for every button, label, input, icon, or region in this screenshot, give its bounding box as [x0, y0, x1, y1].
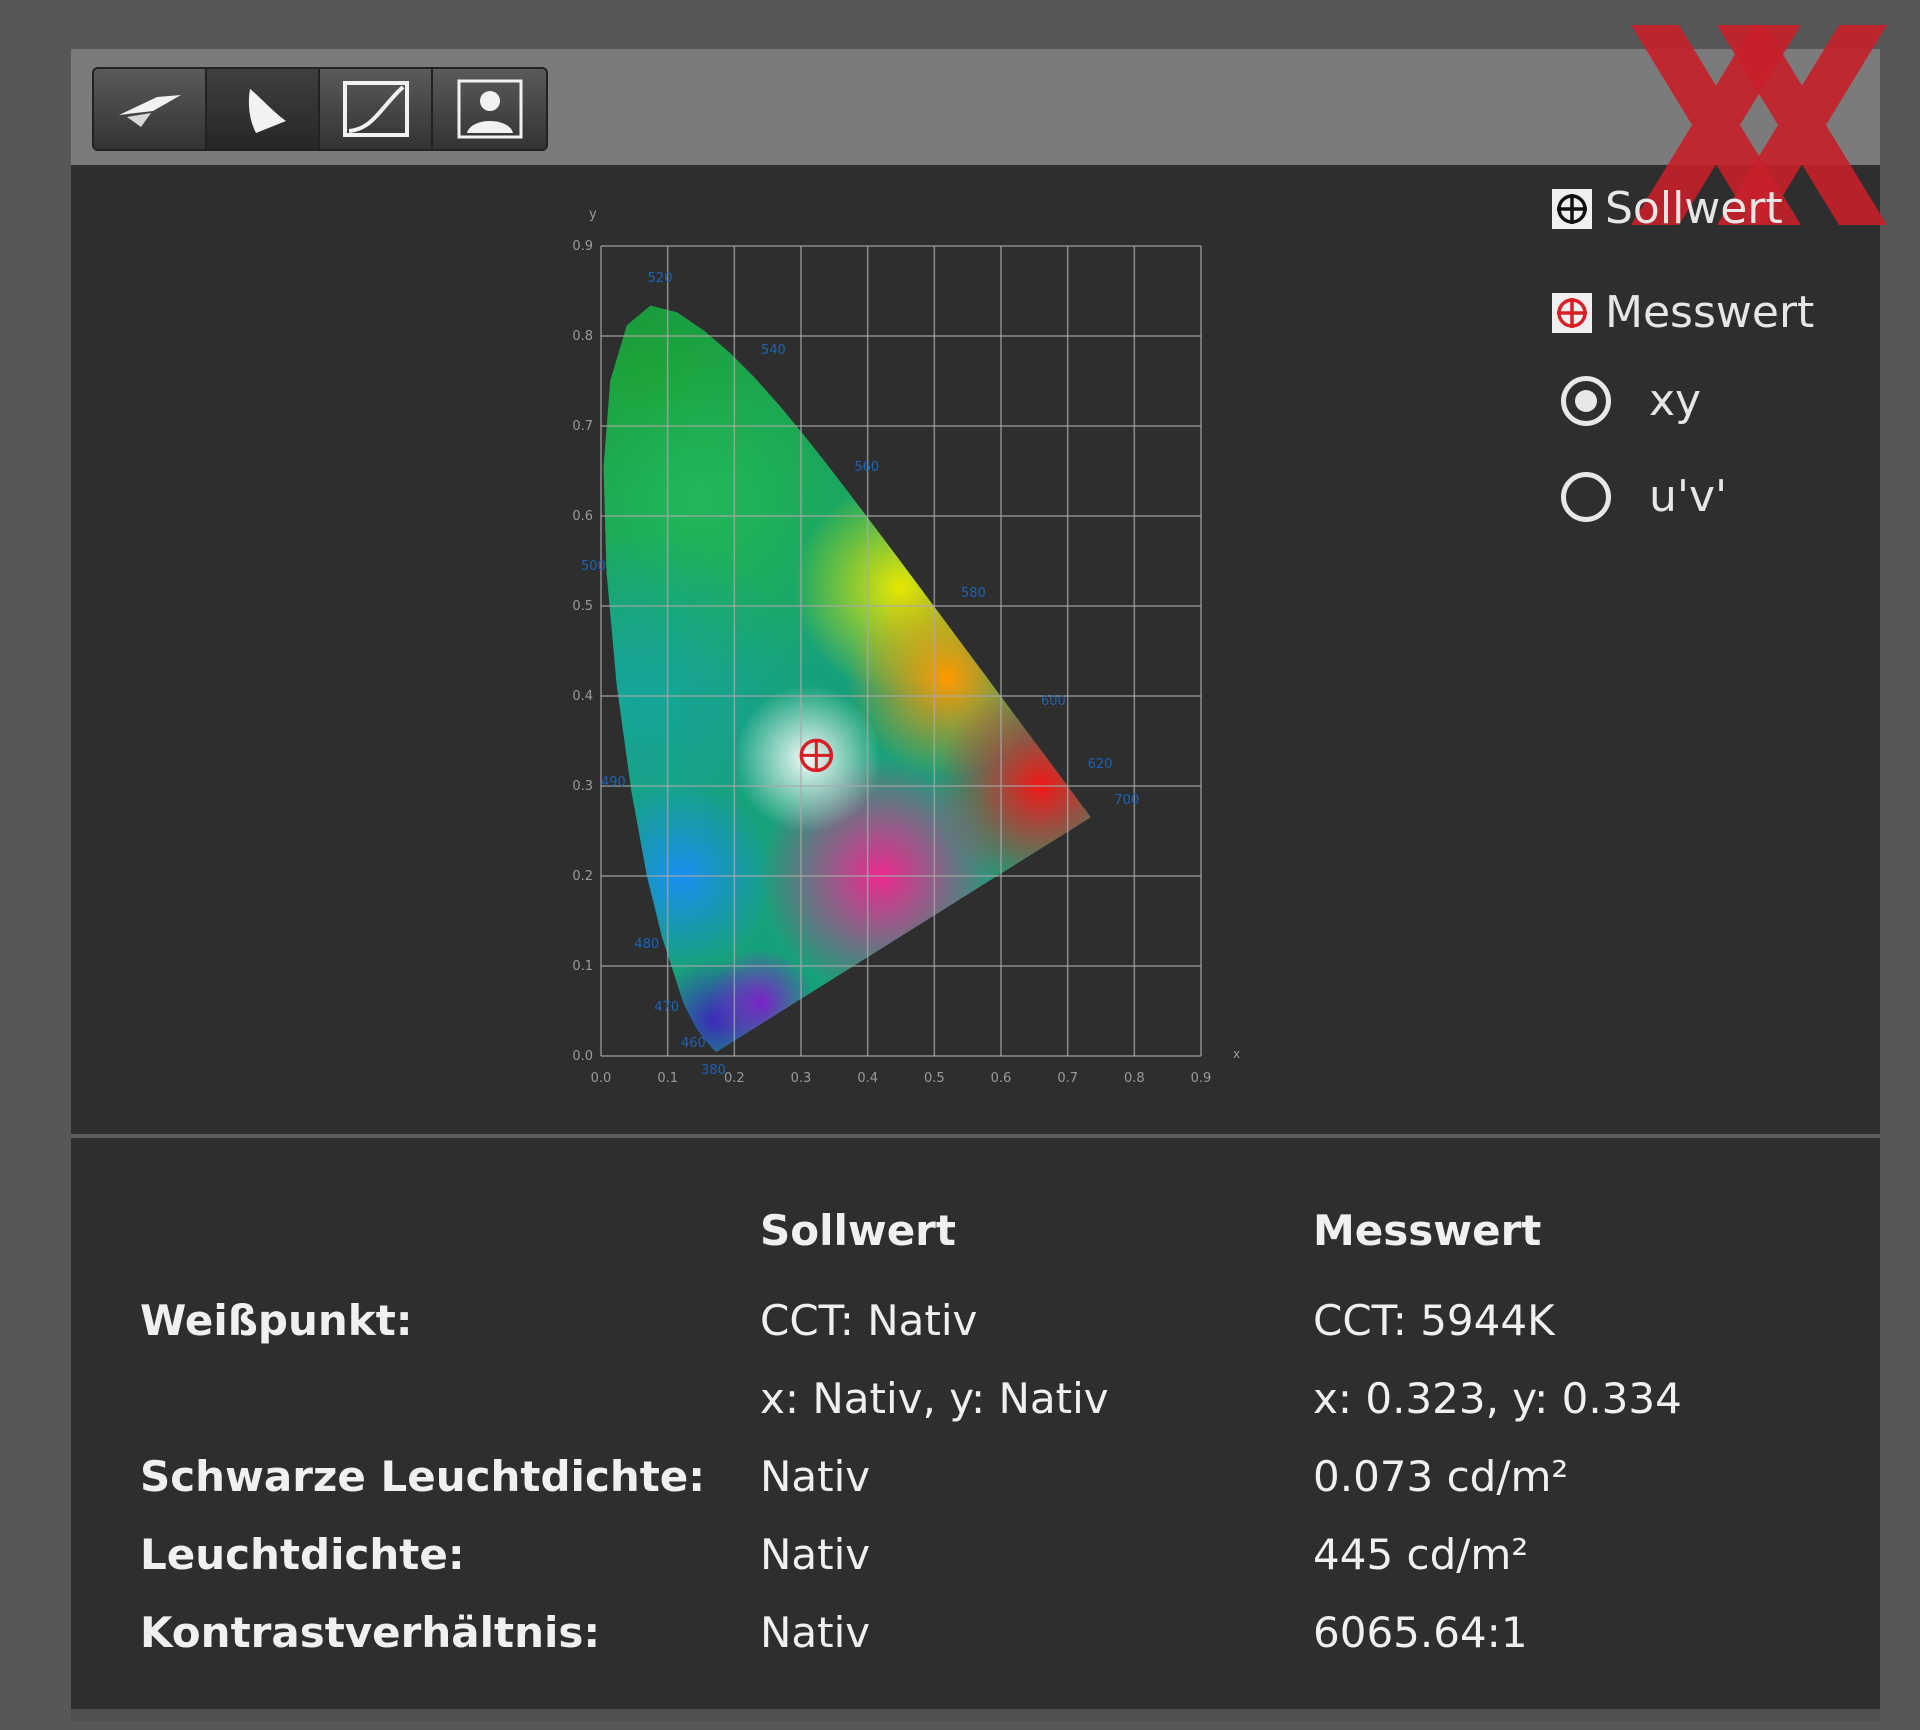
target-xy: x: Nativ, y: Nativ — [760, 1374, 1109, 1423]
wavelength-label: 600 — [1041, 694, 1066, 709]
y-tick-label: 0.7 — [572, 419, 593, 434]
measured-xy: x: 0.323, y: 0.334 — [1313, 1374, 1682, 1423]
x-tick-label: 0.1 — [657, 1071, 678, 1086]
y-tick-label: 0.3 — [572, 779, 593, 794]
section-divider — [71, 1134, 1880, 1138]
y-tick-label: 0.1 — [572, 959, 593, 974]
toolbar — [71, 49, 1880, 165]
column-header-target: Sollwert — [760, 1206, 956, 1255]
person-icon — [457, 79, 522, 139]
view-tool-group — [92, 67, 548, 151]
target-cct: CCT: Nativ — [760, 1296, 978, 1345]
wavelength-label: 470 — [654, 1000, 679, 1015]
wavelength-label: 480 — [634, 937, 659, 952]
curve-tool-button[interactable] — [320, 69, 433, 149]
display-icon — [118, 95, 181, 127]
y-tick-label: 0.2 — [572, 869, 593, 884]
wavelength-label: 540 — [761, 343, 786, 358]
measured-point-marker — [799, 738, 834, 773]
tone-curve-icon — [342, 81, 409, 137]
target-crosshair-icon — [1552, 188, 1592, 229]
gamut-color-blob — [707, 948, 815, 1052]
y-axis-label: y — [589, 207, 597, 222]
wavelength-label: 620 — [1088, 757, 1113, 772]
row-label-black-luminance: Schwarze Leuchtdichte: — [140, 1452, 706, 1501]
gamut-tool-button[interactable] — [207, 69, 320, 149]
wavelength-label: 490 — [601, 775, 626, 790]
target-black-luminance: Nativ — [760, 1452, 871, 1501]
measured-contrast: 6065.64:1 — [1313, 1608, 1528, 1657]
x-tick-label: 0.5 — [924, 1071, 945, 1086]
row-label-contrast: Kontrastverhältnis: — [140, 1608, 601, 1657]
wavelength-label: 580 — [961, 586, 986, 601]
gamut-icon — [248, 89, 286, 133]
radio-xy[interactable] — [1561, 375, 1611, 426]
row-label-luminance: Leuchtdichte: — [140, 1530, 465, 1579]
radio-uv-option[interactable]: u'v' — [1561, 471, 1727, 522]
wavelength-label: 500 — [581, 559, 606, 574]
legend-target: Sollwert — [1551, 183, 1783, 234]
white-region — [734, 685, 881, 833]
measured-luminance: 445 cd/m² — [1313, 1530, 1529, 1579]
x-tick-label: 0.4 — [857, 1071, 878, 1086]
legend-target-label: Sollwert — [1605, 183, 1783, 234]
legend-measured-label: Messwert — [1605, 287, 1815, 338]
measured-black-luminance: 0.073 cd/m² — [1313, 1452, 1569, 1501]
x-tick-label: 0.6 — [991, 1071, 1012, 1086]
radio-uv[interactable] — [1561, 471, 1611, 522]
measured-cct: CCT: 5944K — [1313, 1296, 1555, 1345]
radio-xy-label: xy — [1649, 375, 1702, 426]
column-header-measured: Messwert — [1313, 1206, 1542, 1255]
x-tick-label: 0.7 — [1057, 1071, 1078, 1086]
x-tick-label: 0.0 — [591, 1071, 612, 1086]
bottom-border — [71, 1709, 1880, 1721]
wavelength-label: 520 — [648, 271, 673, 286]
measured-crosshair-icon — [1552, 292, 1592, 333]
y-tick-label: 0.8 — [572, 329, 593, 344]
target-luminance: Nativ — [760, 1530, 871, 1579]
x-axis-label: x — [1233, 1047, 1240, 1061]
wavelength-label: 560 — [854, 460, 879, 475]
y-tick-label: 0.6 — [572, 509, 593, 524]
row-label-white-point: Weißpunkt: — [140, 1296, 413, 1345]
x-tick-label: 0.8 — [1124, 1071, 1145, 1086]
person-tool-button[interactable] — [433, 69, 546, 149]
radio-xy-option[interactable]: xy — [1561, 375, 1701, 426]
target-contrast: Nativ — [760, 1608, 871, 1657]
y-tick-label: 0.5 — [572, 599, 593, 614]
wavelength-label: 460 — [681, 1036, 706, 1051]
calibration-panel: 0.0 0.1 0.2 0.3 0.4 0.5 0.6 0.7 0.8 0.9 0.0 0.1 0.2 0… — [71, 25, 1887, 1721]
radio-uv-label: u'v' — [1649, 471, 1728, 522]
legend-measured: Messwert — [1551, 287, 1814, 338]
x-tick-label: 0.3 — [791, 1071, 812, 1086]
wavelength-label: 700 — [1114, 793, 1139, 808]
y-tick-label: 0.9 — [572, 239, 593, 254]
x-tick-label: 0.2 — [724, 1071, 745, 1086]
display-tool-button[interactable] — [94, 69, 207, 149]
x-tick-label: 0.9 — [1191, 1071, 1212, 1086]
y-tick-label: 0.0 — [572, 1049, 593, 1064]
y-tick-label: 0.4 — [572, 689, 593, 704]
chromaticity-diagram: 0.0 0.1 0.2 0.3 0.4 0.5 0.6 0.7 0.8 0.9 0.0 0.1 0.2 0… — [572, 207, 1240, 1086]
wavelength-label: 380 — [701, 1063, 726, 1078]
